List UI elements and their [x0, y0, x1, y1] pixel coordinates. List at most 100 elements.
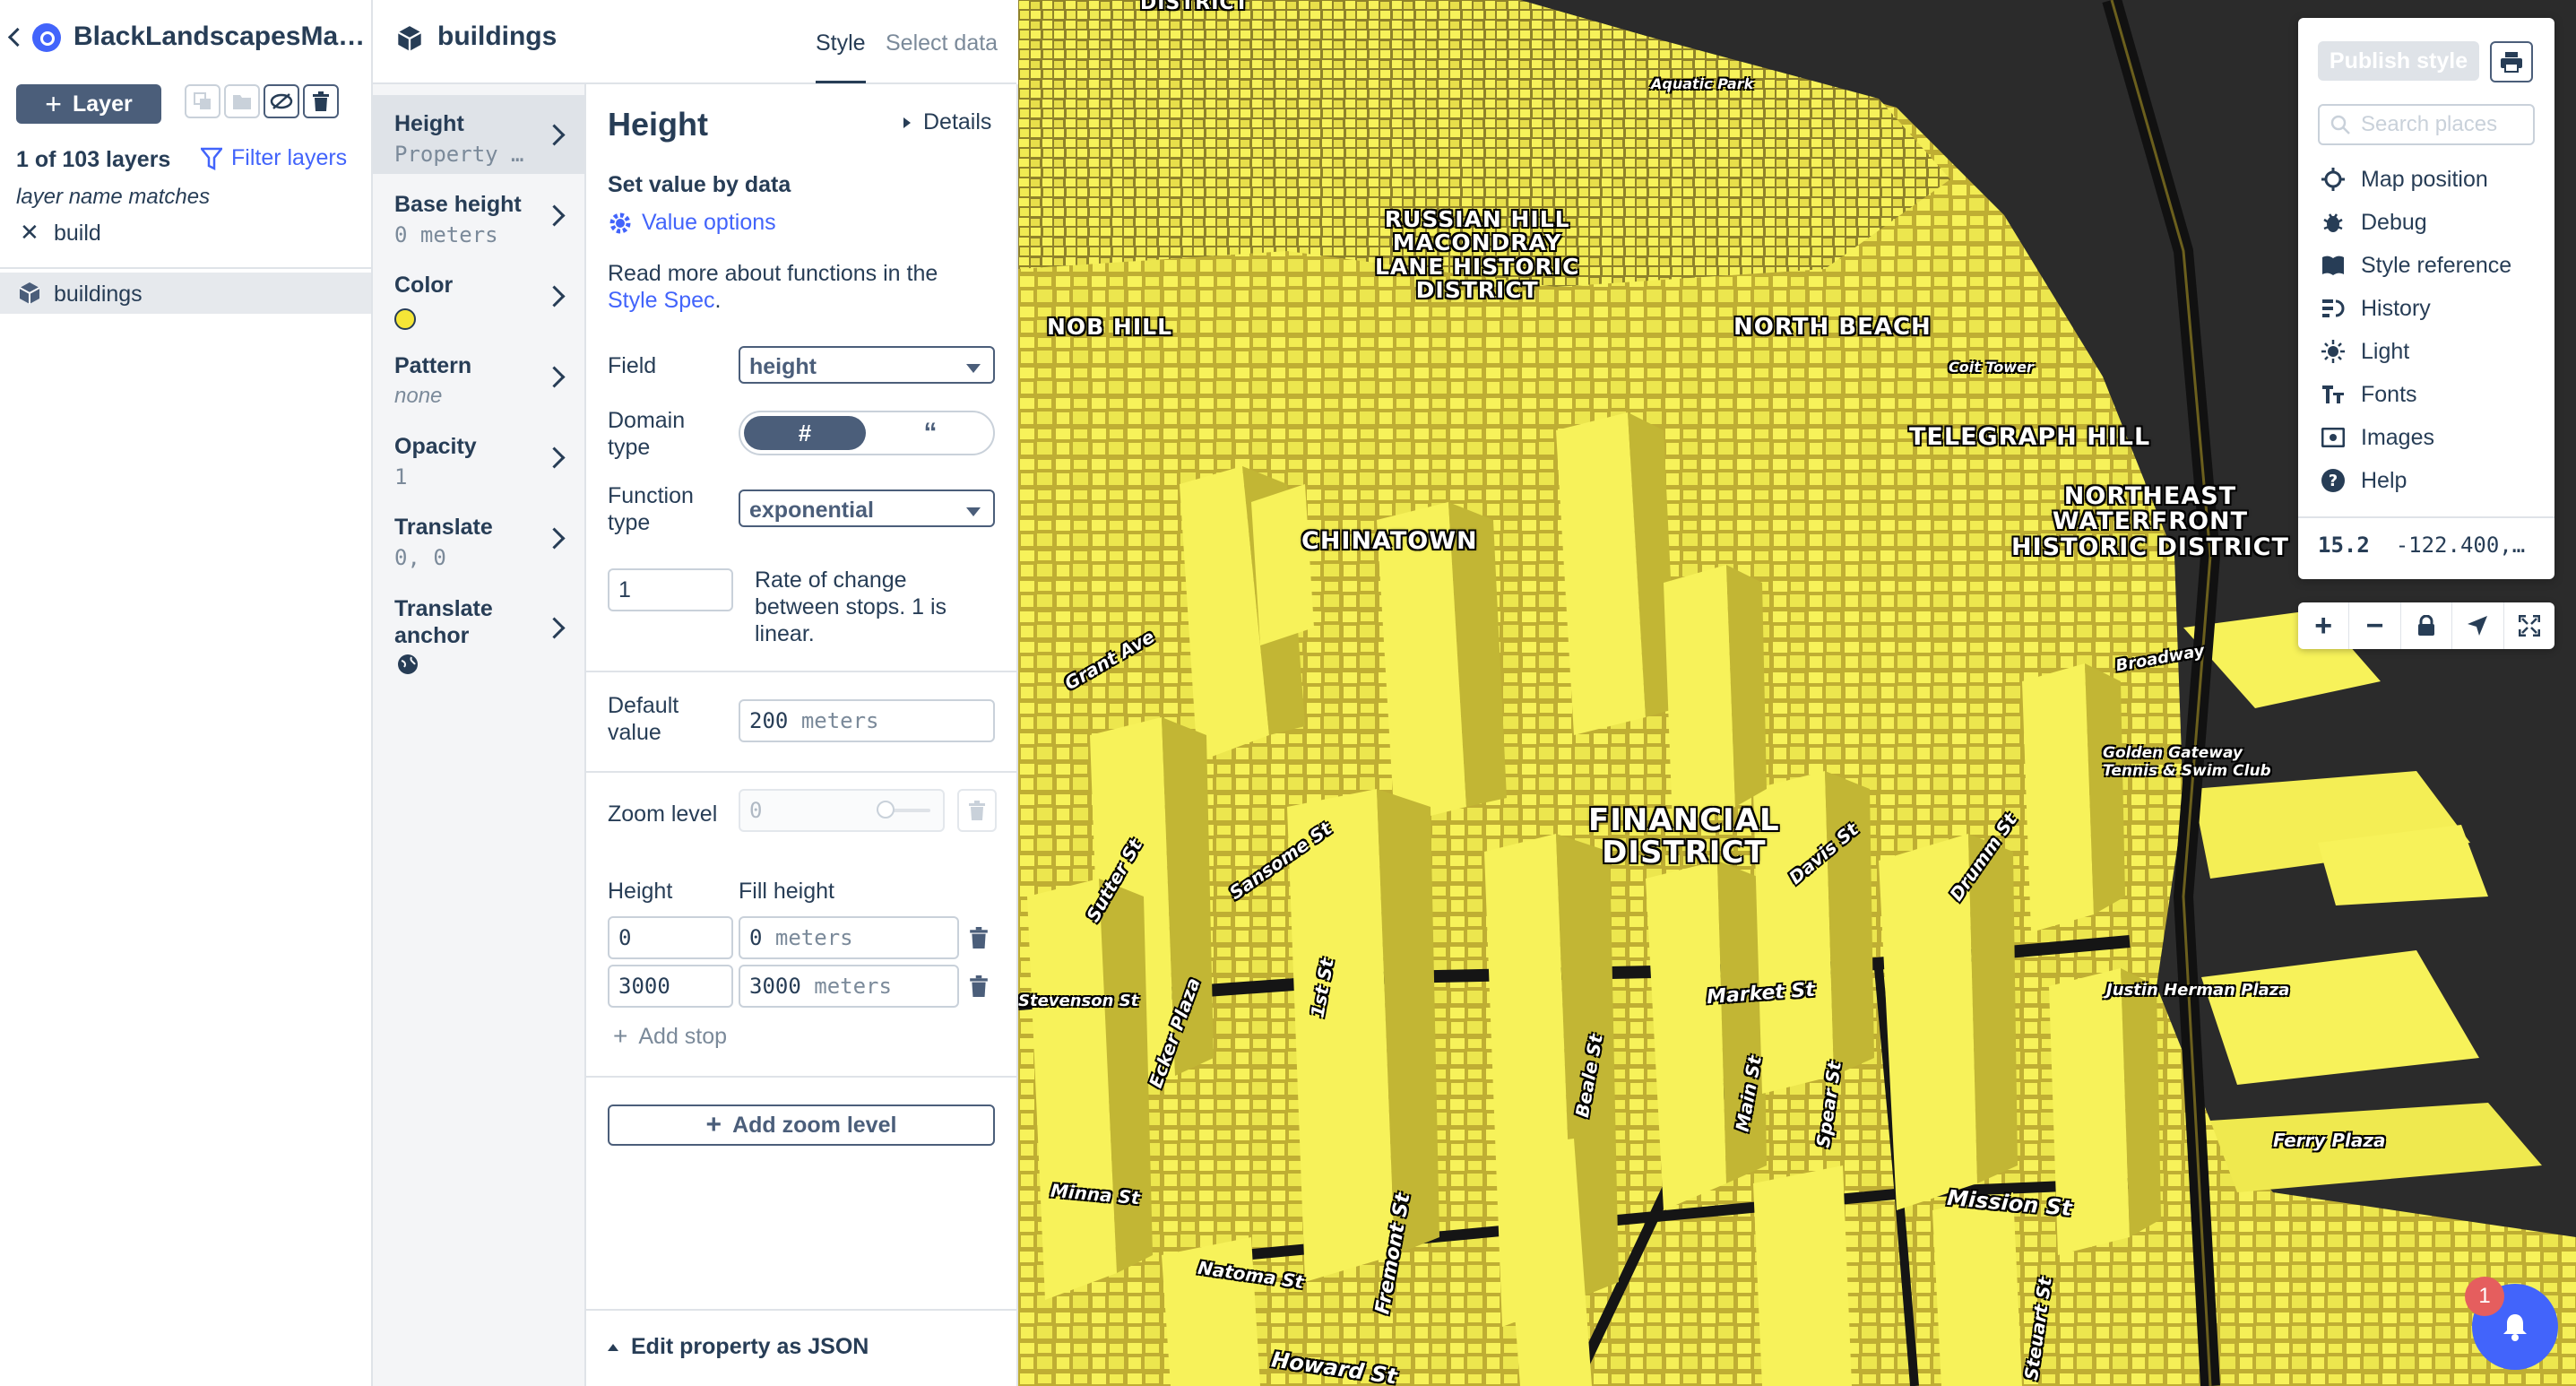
property-value: Property … — [394, 142, 524, 167]
value-options-label: Value options — [642, 210, 776, 235]
add-layer-button[interactable]: + Layer — [16, 84, 161, 124]
function-type-select[interactable]: exponential — [739, 489, 995, 527]
property-height[interactable]: Height Property … — [373, 95, 584, 174]
menu-item-help[interactable]: ? Help — [2320, 463, 2407, 498]
map-menu: Publish style Search places Map position… — [2298, 18, 2554, 579]
text-icon — [2320, 381, 2347, 408]
property-translate-anchor[interactable]: Translate anchor — [373, 579, 584, 678]
rate-description: Rate of change between stops. 1 is linea… — [755, 567, 947, 646]
edit-json-toggle[interactable]: Edit property as JSON — [608, 1334, 869, 1360]
layer-row-buildings[interactable]: buildings — [0, 273, 371, 314]
property-translate[interactable]: Translate 0, 0 — [373, 498, 584, 577]
layers-panel: BlackLandscapesMa… + Layer 1 of 103 laye… — [0, 0, 373, 1386]
rate-input[interactable]: 1 — [608, 568, 733, 611]
tab-select-data[interactable]: Select data — [886, 30, 998, 56]
map-label-district: DISTRICT — [1140, 0, 1249, 14]
project-title[interactable]: BlackLandscapesMa… — [73, 22, 365, 52]
layers-count: 1 of 103 layers — [16, 147, 171, 172]
zoom-in-button[interactable]: + — [2298, 602, 2350, 649]
coords-readout: -122.400,… — [2395, 533, 2526, 558]
delete-layer-button[interactable] — [303, 84, 339, 118]
delete-stop-icon[interactable] — [970, 927, 988, 949]
chevron-right-icon — [543, 446, 566, 469]
property-color[interactable]: Color — [373, 256, 584, 335]
street-label: Justin Herman Plaza — [2106, 981, 2290, 1000]
back-chevron-icon[interactable] — [7, 27, 28, 48]
property-name: Pattern — [394, 353, 472, 378]
map-position-readout[interactable]: 15.2 -122.400,… — [2318, 533, 2525, 558]
divider — [586, 1076, 1016, 1078]
chevron-right-icon — [543, 527, 566, 550]
stop-height-header: Height — [608, 879, 673, 904]
menu-item-images[interactable]: Images — [2320, 420, 2434, 455]
add-zoom-level-button[interactable]: + Add zoom level — [608, 1104, 995, 1146]
gear-icon — [609, 212, 631, 233]
property-opacity[interactable]: Opacity 1 — [373, 418, 584, 497]
add-stop-button[interactable]: + Add stop — [613, 1022, 727, 1051]
menu-item-history[interactable]: History — [2320, 290, 2431, 326]
stop-output[interactable]: 0 meters — [739, 916, 959, 959]
zoom-level-input: 0 — [739, 789, 945, 832]
default-value-input[interactable]: 200 meters — [739, 699, 995, 742]
group-layer-button[interactable] — [224, 84, 260, 118]
hide-layer-button[interactable] — [264, 84, 299, 118]
fullscreen-button[interactable] — [2504, 602, 2554, 649]
book-icon — [2320, 252, 2347, 279]
lock-button[interactable] — [2401, 602, 2453, 649]
zoom-out-button[interactable]: − — [2349, 602, 2401, 649]
notifications-button[interactable]: 1 — [2465, 1277, 2558, 1370]
domain-type-toggle[interactable]: # “ — [739, 411, 995, 455]
menu-item-map-position[interactable]: Map position — [2320, 161, 2488, 197]
chevron-right-icon — [543, 285, 566, 308]
delete-stop-icon[interactable] — [970, 975, 988, 997]
stop-output[interactable]: 3000 meters — [739, 965, 959, 1008]
locate-button[interactable] — [2452, 602, 2504, 649]
chevron-right-icon — [543, 124, 566, 146]
field-select[interactable]: height — [739, 346, 995, 384]
menu-item-light[interactable]: Light — [2320, 334, 2409, 369]
stop-input[interactable]: 3000 — [608, 965, 733, 1008]
property-name: Translate — [394, 515, 493, 540]
tab-style[interactable]: Style — [816, 30, 866, 83]
folder-icon — [233, 95, 251, 109]
property-base-height[interactable]: Base height 0 meters — [373, 176, 584, 255]
publish-style-label: Publish style — [2329, 48, 2468, 74]
zoom-level-label: Zoom level — [608, 801, 718, 827]
search-places-input[interactable]: Search places — [2318, 104, 2535, 145]
property-pattern[interactable]: Pattern none — [373, 337, 584, 416]
street-label: Golden Gateway Tennis & Swim Club — [2103, 744, 2271, 780]
style-spec-link[interactable]: Style Spec — [608, 288, 715, 313]
clear-filter-icon[interactable]: ✕ — [20, 219, 39, 247]
stop-fill-height-header: Fill height — [739, 879, 834, 904]
menu-item-style-reference[interactable]: Style reference — [2320, 247, 2511, 283]
globe-icon — [398, 654, 418, 674]
domain-type-label: Domain type — [608, 408, 686, 460]
duplicate-layer-button[interactable] — [185, 84, 220, 118]
filter-layers-button[interactable]: Filter layers — [201, 145, 347, 171]
field-label: Field — [608, 353, 657, 378]
domain-number-option[interactable]: # — [744, 416, 866, 450]
tab-style-label: Style — [816, 30, 866, 56]
property-name: Base height — [394, 192, 522, 217]
menu-item-fonts[interactable]: Fonts — [2320, 377, 2417, 412]
value-options-button[interactable]: Value options — [608, 210, 776, 236]
street-label: Stevenson St — [1018, 992, 1139, 1010]
layer-header-name: buildings — [437, 22, 558, 51]
chevron-down-icon — [966, 364, 981, 373]
property-value: 0 meters — [394, 222, 498, 247]
domain-string-option[interactable]: “ — [869, 416, 991, 450]
stop-input[interactable]: 0 — [608, 916, 733, 959]
duplicate-icon — [194, 92, 211, 109]
street-label: Coit Tower — [1949, 359, 2034, 376]
print-button[interactable] — [2490, 41, 2533, 82]
property-value: none — [394, 384, 443, 408]
divider — [2298, 516, 2554, 518]
filter-label: layer name matches — [16, 185, 211, 209]
plus-icon: + — [45, 87, 62, 120]
bug-icon — [2320, 209, 2347, 236]
menu-item-debug[interactable]: Debug — [2320, 204, 2427, 240]
add-stop-label: Add stop — [638, 1023, 728, 1049]
editor-title: Height — [608, 106, 708, 143]
details-toggle[interactable]: Details — [903, 109, 991, 135]
default-value-label: Default value — [608, 693, 679, 745]
